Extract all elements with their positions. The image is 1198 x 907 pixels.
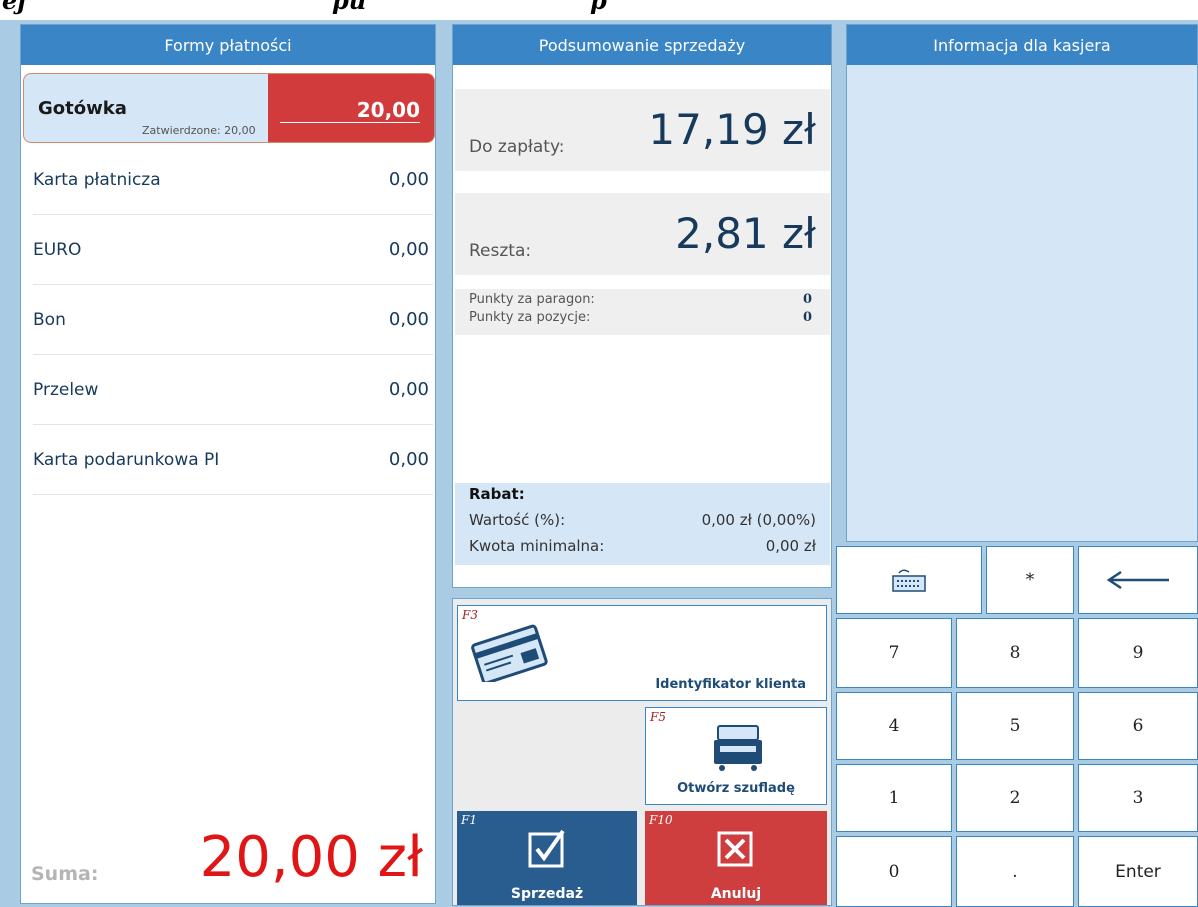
enter-label: Enter — [1115, 861, 1161, 882]
to-pay-value: 17,19 zł — [648, 105, 816, 154]
payment-name: Bon — [33, 309, 66, 330]
change-value: 2,81 zł — [675, 209, 816, 258]
key-8-label: 8 — [1009, 643, 1021, 663]
points-receipt-value: 0 — [802, 292, 812, 307]
keyboard-button[interactable] — [836, 546, 982, 614]
payment-amount: 0,00 — [388, 309, 429, 330]
sum-value: 20,00 zł — [199, 825, 423, 890]
top-banner-text-right: p — [590, 0, 607, 15]
points-receipt-label: Punkty za paragon: — [469, 292, 595, 307]
key-6-label: 6 — [1132, 716, 1144, 736]
payment-amount-input[interactable]: 20,00 — [268, 74, 434, 142]
payment-name: Przelew — [33, 379, 99, 400]
payment-row-cash[interactable]: Gotówka Zatwierdzone: 20,00 20,00 — [23, 73, 435, 143]
payment-amount: 0,00 — [388, 169, 429, 190]
change-box: Reszta: 2,81 zł — [455, 193, 830, 275]
payment-amount: 0,00 — [388, 379, 429, 400]
payment-row-euro[interactable]: EURO 0,00 — [33, 215, 433, 285]
open-drawer-label: Otwórz szufladę — [677, 781, 795, 796]
key-dot[interactable]: . — [956, 836, 1074, 907]
top-banner: ej pu p — [0, 0, 1198, 20]
client-id-label: Identyfikator klienta — [655, 677, 806, 692]
payment-name: Gotówka — [38, 98, 127, 119]
points-items-label: Punkty za pozycje: — [469, 310, 591, 325]
payment-row-card[interactable]: Karta płatnicza 0,00 — [33, 145, 433, 215]
min-amount-label: Kwota minimalna: — [469, 537, 605, 555]
sales-summary-header: Podsumowanie sprzedaży — [453, 25, 831, 65]
key-0[interactable]: 0 — [836, 836, 952, 907]
key-3-label: 3 — [1132, 788, 1144, 808]
key-3[interactable]: 3 — [1078, 764, 1198, 832]
fkey-label: F5 — [650, 710, 666, 724]
cancel-button[interactable]: F10 Anuluj — [645, 811, 827, 905]
sum-label: Suma: — [31, 863, 99, 885]
enter-button[interactable]: Enter — [1078, 836, 1198, 907]
payment-row-voucher[interactable]: Bon 0,00 — [33, 285, 433, 355]
points-box: Punkty za paragon: 0 Punkty za pozycje: … — [455, 289, 830, 335]
to-pay-label: Do zapłaty: — [469, 137, 565, 157]
key-2[interactable]: 2 — [956, 764, 1074, 832]
payment-confirmed: Zatwierdzone: 20,00 — [142, 124, 256, 137]
fkey-label: F3 — [462, 608, 478, 622]
payment-name: Karta podarunkowa PI — [33, 449, 220, 470]
payment-amount-value: 20,00 — [356, 98, 420, 122]
key-7[interactable]: 7 — [836, 618, 952, 688]
payment-forms-panel: Formy płatności Gotówka Zatwierdzone: 20… — [20, 24, 436, 904]
payment-name: Karta płatnicza — [33, 169, 161, 190]
top-banner-text-mid: pu — [332, 0, 367, 15]
discount-box: Rabat: Wartość (%): 0,00 zł (0,00%) Kwot… — [455, 483, 830, 565]
to-pay-box: Do zapłaty: 17,19 zł — [455, 89, 830, 171]
payment-amount: 0,00 — [388, 449, 429, 470]
payment-row-gift-card[interactable]: Karta podarunkowa PI 0,00 — [33, 425, 433, 495]
payment-forms-header: Formy płatności — [21, 25, 435, 65]
arrow-left-icon — [1106, 570, 1169, 590]
change-label: Reszta: — [469, 241, 532, 261]
min-amount-value: 0,00 zł — [765, 537, 816, 555]
key-4[interactable]: 4 — [836, 692, 952, 760]
amount-underline — [280, 122, 420, 123]
action-buttons-area: F3 Identyfikator klienta F5 Otwórz szufl… — [452, 598, 832, 906]
key-asterisk-label: * — [1025, 570, 1035, 590]
key-dot-label: . — [1012, 861, 1018, 882]
cashier-info-panel: Informacja dla kasjera — [846, 24, 1198, 542]
key-7-label: 7 — [888, 643, 900, 663]
payment-row-transfer[interactable]: Przelew 0,00 — [33, 355, 433, 425]
points-items-value: 0 — [802, 310, 812, 325]
key-5-label: 5 — [1009, 716, 1021, 736]
cancel-label: Anuluj — [710, 886, 762, 902]
key-1[interactable]: 1 — [836, 764, 952, 832]
key-0-label: 0 — [888, 861, 900, 882]
open-drawer-button[interactable]: F5 Otwórz szufladę — [645, 707, 827, 805]
payment-name: EURO — [33, 239, 82, 260]
key-asterisk[interactable]: * — [986, 546, 1074, 614]
key-4-label: 4 — [888, 716, 900, 736]
key-8[interactable]: 8 — [956, 618, 1074, 688]
checkbox-checked-icon — [528, 829, 565, 868]
sell-label: Sprzedaż — [510, 886, 584, 902]
discount-value-label: Wartość (%): — [469, 511, 566, 529]
key-2-label: 2 — [1009, 788, 1021, 808]
key-5[interactable]: 5 — [956, 692, 1074, 760]
key-6[interactable]: 6 — [1078, 692, 1198, 760]
discount-title: Rabat: — [469, 485, 525, 503]
fkey-label: F10 — [649, 813, 673, 827]
client-id-button[interactable]: F3 Identyfikator klienta — [457, 605, 827, 701]
close-box-icon — [717, 831, 753, 867]
fkey-label: F1 — [461, 813, 477, 827]
discount-value: 0,00 zł (0,00%) — [701, 511, 816, 529]
backspace-button[interactable] — [1078, 546, 1198, 614]
sell-button[interactable]: F1 Sprzedaż — [457, 811, 637, 905]
key-9[interactable]: 9 — [1078, 618, 1198, 688]
payment-amount: 0,00 — [388, 239, 429, 260]
cashier-info-header: Informacja dla kasjera — [847, 25, 1197, 65]
key-1-label: 1 — [888, 788, 900, 808]
id-card-icon — [471, 624, 548, 682]
cash-drawer-icon — [714, 725, 762, 771]
sales-summary-panel: Podsumowanie sprzedaży Do zapłaty: 17,19… — [452, 24, 832, 588]
key-9-label: 9 — [1132, 643, 1144, 663]
keyboard-icon — [892, 569, 926, 592]
top-banner-text-left: ej — [2, 0, 26, 15]
